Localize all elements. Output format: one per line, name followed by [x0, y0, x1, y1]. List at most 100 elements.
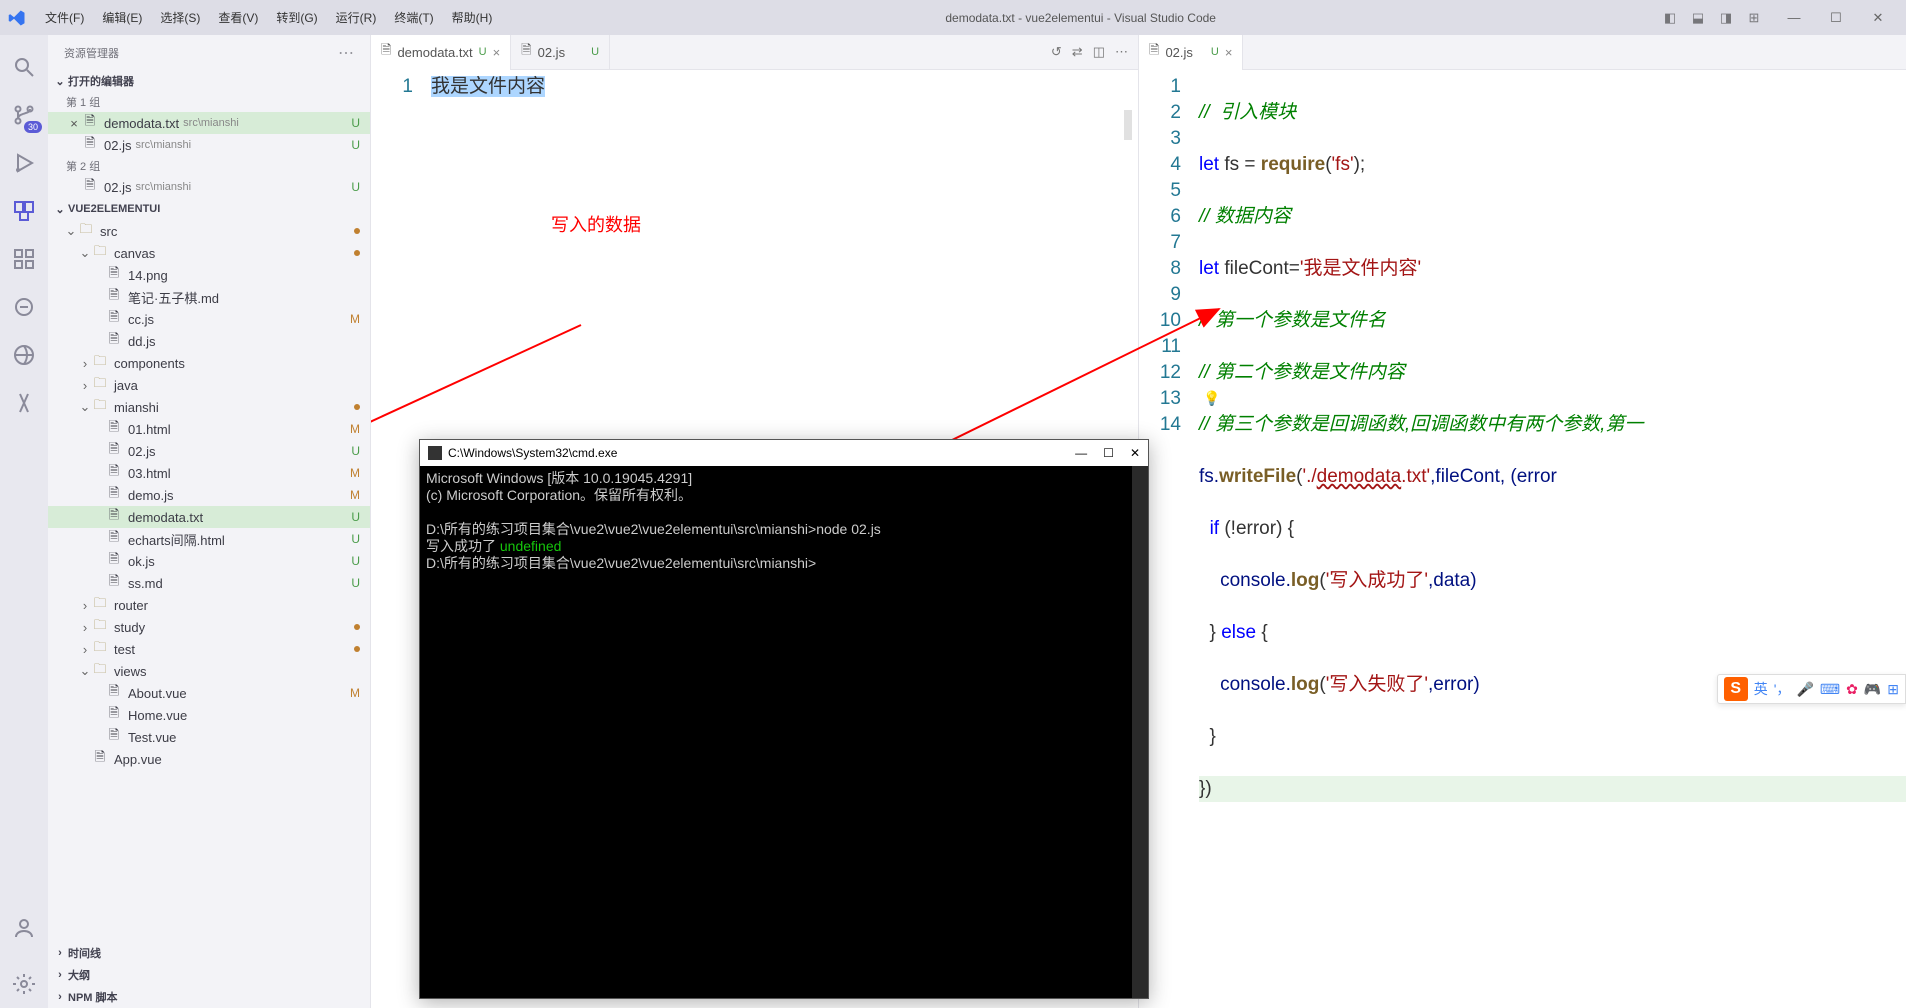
- activity-ext2[interactable]: [0, 379, 48, 427]
- close-icon[interactable]: ×: [66, 116, 82, 131]
- tabs-bar: 🗎 02.js U ×: [1139, 35, 1906, 70]
- file-icon: 🗎: [1149, 41, 1159, 63]
- activity-explorer-alt[interactable]: [0, 283, 48, 331]
- outline-section[interactable]: ›大纲: [48, 964, 370, 986]
- menu-view[interactable]: 查看(V): [209, 9, 267, 26]
- tab-02js[interactable]: 🗎 02.js U: [511, 35, 610, 70]
- menu-selection[interactable]: 选择(S): [151, 9, 209, 26]
- vscode-logo-icon: [8, 9, 26, 27]
- tree-file[interactable]: 🗎echarts间隔.htmlU: [48, 528, 370, 550]
- more-icon[interactable]: ⋯: [1115, 44, 1128, 60]
- toggle-panel-bottom-icon[interactable]: ⬓: [1688, 8, 1708, 28]
- open-editors-section[interactable]: ⌄打开的编辑器: [48, 70, 370, 92]
- npm-scripts-section[interactable]: ›NPM 脚本: [48, 986, 370, 1008]
- tree-folder[interactable]: ›🗀study: [48, 616, 370, 638]
- editor-body[interactable]: 1234567891011121314 // 引入模块 let fs = req…: [1139, 70, 1906, 1008]
- tree-file[interactable]: 🗎dd.js: [48, 330, 370, 352]
- menu-run[interactable]: 运行(R): [327, 9, 386, 26]
- cmd-maximize[interactable]: ☐: [1103, 446, 1114, 460]
- activity-settings[interactable]: [0, 960, 48, 1008]
- activity-account[interactable]: [0, 904, 48, 952]
- tree-folder[interactable]: ›🗀router: [48, 594, 370, 616]
- tree-file[interactable]: 🗎About.vueM: [48, 682, 370, 704]
- tab-close-icon[interactable]: ×: [1225, 45, 1233, 60]
- close-button[interactable]: ✕: [1858, 3, 1898, 33]
- cmd-scrollbar[interactable]: [1132, 466, 1148, 998]
- tabs-actions: ↺ ⇄ ◫ ⋯: [1041, 44, 1138, 60]
- title-bar: 文件(F) 编辑(E) 选择(S) 查看(V) 转到(G) 运行(R) 终端(T…: [0, 0, 1906, 35]
- open-editor-item[interactable]: × 🗎 demodata.txt src\mianshi U: [48, 112, 370, 134]
- code-content[interactable]: // 引入模块 let fs = require('fs'); // 数据内容 …: [1199, 70, 1906, 1008]
- tab-02js-right[interactable]: 🗎 02.js U ×: [1139, 35, 1243, 70]
- ime-skin-icon[interactable]: ✿: [1846, 681, 1858, 698]
- cmd-titlebar[interactable]: C:\Windows\System32\cmd.exe — ☐ ✕: [420, 440, 1148, 466]
- cmd-minimize[interactable]: —: [1075, 446, 1087, 460]
- ime-punct-icon[interactable]: '，: [1774, 679, 1791, 699]
- tree-file[interactable]: 🗎Test.vue: [48, 726, 370, 748]
- tree-folder[interactable]: ⌄🗀canvas: [48, 242, 370, 264]
- tree-file[interactable]: 🗎03.htmlM: [48, 462, 370, 484]
- tree-file[interactable]: 🗎ss.mdU: [48, 572, 370, 594]
- activity-explorer[interactable]: [0, 187, 48, 235]
- layout-grid-icon[interactable]: ⊞: [1744, 8, 1764, 28]
- timeline-section[interactable]: ›时间线: [48, 942, 370, 964]
- tree-file[interactable]: 🗎笔记·五子棋.md: [48, 286, 370, 308]
- activity-scm[interactable]: 30: [0, 91, 48, 139]
- tree-file[interactable]: 🗎App.vue: [48, 748, 370, 770]
- editor-group-2-label: 第 2 组: [48, 156, 370, 176]
- tree-file[interactable]: 🗎cc.jsM: [48, 308, 370, 330]
- tree-folder[interactable]: ⌄🗀src: [48, 220, 370, 242]
- tab-close-icon[interactable]: ×: [493, 45, 501, 60]
- ime-keyboard-icon[interactable]: ⌨: [1820, 681, 1840, 698]
- tree-file[interactable]: 🗎01.htmlM: [48, 418, 370, 440]
- cmd-body[interactable]: Microsoft Windows [版本 10.0.19045.4291] (…: [420, 466, 1148, 576]
- cmd-close[interactable]: ✕: [1130, 446, 1140, 460]
- window-controls: — ☐ ✕: [1774, 3, 1898, 33]
- ime-voice-icon[interactable]: 🎤: [1796, 681, 1813, 698]
- file-icon: 🗎: [82, 179, 98, 195]
- menu-edit[interactable]: 编辑(E): [93, 9, 151, 26]
- tab-demodata[interactable]: 🗎 demodata.txt U ×: [371, 35, 511, 70]
- overview-ruler[interactable]: [1124, 110, 1132, 140]
- open-editor-item[interactable]: 🗎 02.js src\mianshi U: [48, 134, 370, 156]
- toggle-panel-right-icon[interactable]: ◨: [1716, 8, 1736, 28]
- window-title: demodata.txt - vue2elementui - Visual St…: [501, 11, 1660, 25]
- minimize-button[interactable]: —: [1774, 3, 1814, 33]
- menu-help[interactable]: 帮助(H): [443, 9, 502, 26]
- tree-folder[interactable]: ›🗀test: [48, 638, 370, 660]
- tree-folder[interactable]: ›🗀java: [48, 374, 370, 396]
- tree-file[interactable]: 🗎02.jsU: [48, 440, 370, 462]
- tree-file[interactable]: 🗎Home.vue: [48, 704, 370, 726]
- compare-icon[interactable]: ⇄: [1072, 44, 1083, 60]
- annotation-text: 写入的数据: [551, 211, 641, 237]
- tree-file[interactable]: 🗎ok.jsU: [48, 550, 370, 572]
- open-editor-item[interactable]: 🗎 02.js src\mianshi U: [48, 176, 370, 198]
- activity-debug[interactable]: [0, 139, 48, 187]
- tree-file[interactable]: 🗎demo.jsM: [48, 484, 370, 506]
- activity-remote[interactable]: [0, 331, 48, 379]
- toggle-panel-left-icon[interactable]: ◧: [1660, 8, 1680, 28]
- menu-file[interactable]: 文件(F): [36, 9, 93, 26]
- history-icon[interactable]: ↺: [1051, 44, 1062, 60]
- sidebar-more-icon[interactable]: ⋯: [338, 43, 354, 63]
- tree-folder[interactable]: ›🗀components: [48, 352, 370, 374]
- cmd-window[interactable]: C:\Windows\System32\cmd.exe — ☐ ✕ Micros…: [419, 439, 1149, 999]
- file-icon: 🗎: [381, 41, 391, 63]
- project-section[interactable]: ⌄VUE2ELEMENTUI: [48, 198, 370, 220]
- tree-file[interactable]: 🗎14.png: [48, 264, 370, 286]
- sogou-logo-icon[interactable]: S: [1724, 677, 1748, 701]
- menu-go[interactable]: 转到(G): [267, 9, 326, 26]
- activity-extensions[interactable]: [0, 235, 48, 283]
- ime-lang[interactable]: 英: [1754, 679, 1768, 699]
- activity-search[interactable]: [0, 43, 48, 91]
- split-icon[interactable]: ◫: [1093, 44, 1105, 60]
- tree-folder[interactable]: ⌄🗀views: [48, 660, 370, 682]
- maximize-button[interactable]: ☐: [1816, 3, 1856, 33]
- tree-file[interactable]: 🗎demodata.txtU: [48, 506, 370, 528]
- ime-game-icon[interactable]: 🎮: [1864, 681, 1881, 698]
- ime-toolbox-icon[interactable]: ⊞: [1887, 681, 1899, 698]
- ime-toolbar[interactable]: S 英 '， 🎤 ⌨ ✿ 🎮 ⊞: [1717, 674, 1906, 704]
- tree-folder[interactable]: ⌄🗀mianshi: [48, 396, 370, 418]
- lightbulb-icon[interactable]: 💡: [1203, 390, 1220, 407]
- menu-terminal[interactable]: 终端(T): [385, 9, 442, 26]
